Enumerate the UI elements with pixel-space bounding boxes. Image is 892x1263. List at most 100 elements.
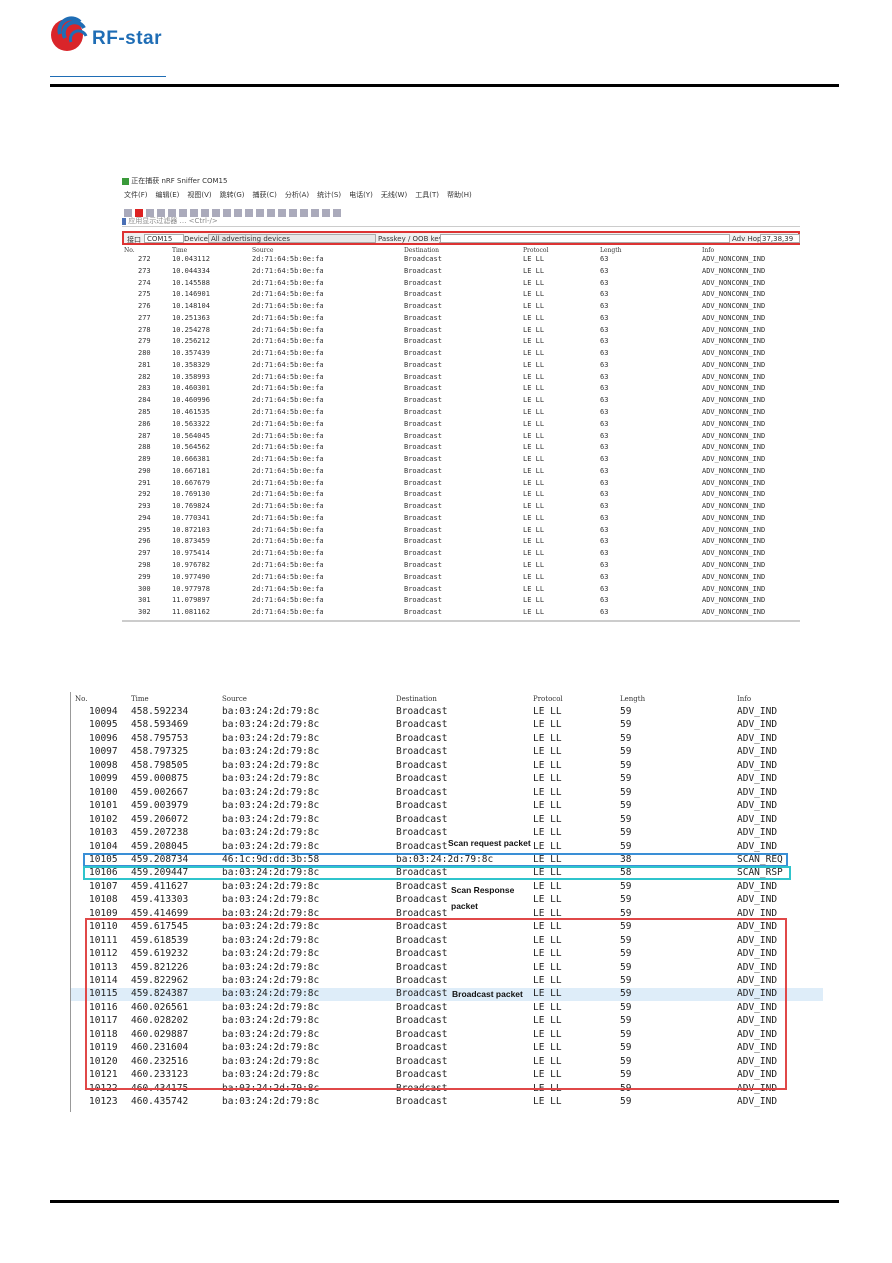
display-filter-input[interactable]: 应用显示过滤器 … <Ctrl-/>: [122, 216, 800, 227]
menu-item[interactable]: 帮助(H): [447, 191, 472, 199]
cell-no: 10096: [89, 732, 118, 744]
cell-length: 59: [620, 786, 632, 798]
cell-protocol: LE LL: [523, 408, 545, 416]
cell-source: 2d:71:64:5b:0e:fa: [252, 525, 324, 534]
column-header[interactable]: Protocol: [533, 695, 563, 703]
passkey-input[interactable]: [440, 234, 730, 243]
cell-destination: Broadcast: [404, 596, 442, 605]
menu-item[interactable]: 视图(V): [187, 191, 211, 199]
cell-length: 59: [620, 719, 632, 731]
cell-time: 458.795753: [131, 732, 189, 744]
cell-source: 2d:71:64:5b:0e:fa: [252, 408, 324, 416]
cell-source: 2d:71:64:5b:0e:fa: [252, 325, 324, 334]
cell-destination: Broadcast: [404, 349, 442, 358]
cell-destination: Broadcast: [396, 800, 448, 812]
column-header[interactable]: Protocol: [523, 247, 548, 254]
cell-destination: Broadcast: [404, 255, 442, 263]
cell-time: 10.666381: [172, 455, 210, 464]
column-header[interactable]: Destination: [404, 247, 439, 254]
cell-source: 2d:71:64:5b:0e:fa: [252, 419, 324, 428]
menu-item[interactable]: 分析(A): [285, 191, 309, 199]
cell-info: ADV_NONCONN_IND: [702, 255, 766, 263]
scan-request-box: [83, 853, 788, 867]
menu-item[interactable]: 无线(W): [381, 191, 407, 199]
column-header[interactable]: Time: [131, 695, 149, 703]
cell-info: ADV_NONCONN_IND: [702, 561, 766, 570]
cell-source: ba:03:24:2d:79:8c: [222, 880, 320, 892]
cell-destination: Broadcast: [404, 408, 442, 416]
cell-no: 295: [138, 525, 151, 534]
cell-source: 2d:71:64:5b:0e:fa: [252, 608, 324, 617]
cell-info: ADV_NONCONN_IND: [702, 431, 766, 440]
cell-source: ba:03:24:2d:79:8c: [222, 840, 320, 852]
column-header[interactable]: Info: [737, 695, 751, 703]
cell-time: 459.207238: [131, 827, 189, 839]
cell-source: ba:03:24:2d:79:8c: [222, 706, 320, 717]
cell-no: 10100: [89, 786, 118, 798]
column-header[interactable]: Length: [620, 695, 645, 703]
cell-no: 10095: [89, 719, 118, 731]
cell-source: 2d:71:64:5b:0e:fa: [252, 255, 324, 263]
cell-length: 59: [620, 894, 632, 906]
adv-hop-input[interactable]: 37,38,39: [760, 234, 800, 243]
cell-info: ADV_NONCONN_IND: [702, 384, 766, 393]
cell-info: ADV_IND: [737, 827, 778, 839]
cell-source: 2d:71:64:5b:0e:fa: [252, 561, 324, 570]
cell-time: 10.358329: [172, 360, 210, 369]
cell-no: 301: [138, 596, 151, 605]
cell-no: 292: [138, 490, 151, 499]
horizontal-scrollbar[interactable]: [122, 620, 800, 622]
cell-destination: Broadcast: [396, 840, 448, 852]
cell-time: 11.081162: [172, 608, 210, 617]
column-header[interactable]: No.: [75, 695, 87, 703]
cell-source: 2d:71:64:5b:0e:fa: [252, 549, 324, 558]
cell-no: 273: [138, 266, 151, 275]
cell-time: 10.145588: [172, 278, 210, 287]
cell-protocol: LE LL: [523, 360, 545, 369]
cell-info: ADV_NONCONN_IND: [702, 443, 766, 452]
cell-protocol: LE LL: [523, 537, 545, 546]
menu-item[interactable]: 统计(S): [317, 191, 341, 199]
cell-destination: Broadcast: [396, 827, 448, 839]
cell-protocol: LE LL: [523, 278, 545, 287]
cell-protocol: LE LL: [523, 337, 545, 346]
cell-info: ADV_NONCONN_IND: [702, 337, 766, 346]
menu-item[interactable]: 文件(F): [124, 191, 148, 199]
cell-source: 2d:71:64:5b:0e:fa: [252, 502, 324, 511]
cell-source: 2d:71:64:5b:0e:fa: [252, 396, 324, 405]
cell-info: ADV_NONCONN_IND: [702, 584, 766, 593]
cell-info: ADV_NONCONN_IND: [702, 608, 766, 617]
menu-bar: 文件(F) 编辑(E) 视图(V) 跳转(G) 捕获(C) 分析(A) 统计(S) 电话(Y)…: [124, 190, 480, 200]
cell-protocol: LE LL: [523, 561, 545, 570]
column-header[interactable]: No.: [124, 247, 135, 254]
column-header[interactable]: Info: [702, 247, 714, 254]
cell-destination: Broadcast: [404, 502, 442, 511]
cell-destination: Broadcast: [404, 513, 442, 522]
column-header[interactable]: Source: [252, 247, 273, 254]
column-header[interactable]: Time: [172, 247, 187, 254]
menu-item[interactable]: 工具(T): [415, 191, 439, 199]
cell-time: 459.411627: [131, 880, 189, 892]
menu-item[interactable]: 电话(Y): [349, 191, 373, 199]
cell-time: 10.770341: [172, 513, 210, 522]
cell-length: 63: [600, 572, 609, 581]
interface-select[interactable]: COM15: [144, 234, 184, 243]
menu-item[interactable]: 捕获(C): [253, 191, 277, 199]
menu-item[interactable]: 跳转(G): [220, 191, 245, 199]
cell-length: 63: [600, 372, 609, 381]
cell-protocol: LE LL: [523, 325, 545, 334]
cell-length: 63: [600, 596, 609, 605]
cell-time: 459.208045: [131, 840, 189, 852]
cell-time: 10.872103: [172, 525, 210, 534]
cell-info: ADV_IND: [737, 800, 778, 812]
column-header[interactable]: Source: [222, 695, 247, 703]
menu-item[interactable]: 编辑(E): [156, 191, 180, 199]
cell-info: ADV_IND: [737, 773, 778, 785]
column-header[interactable]: Destination: [396, 695, 437, 703]
cell-protocol: LE LL: [533, 800, 562, 812]
device-select[interactable]: All advertising devices: [208, 234, 376, 243]
wireshark-screenshot-packets: No. Time Source Destination Protocol Length In…: [70, 692, 823, 1112]
column-header[interactable]: Length: [600, 247, 622, 254]
header-rule: [50, 84, 839, 87]
cell-length: 59: [620, 840, 632, 852]
